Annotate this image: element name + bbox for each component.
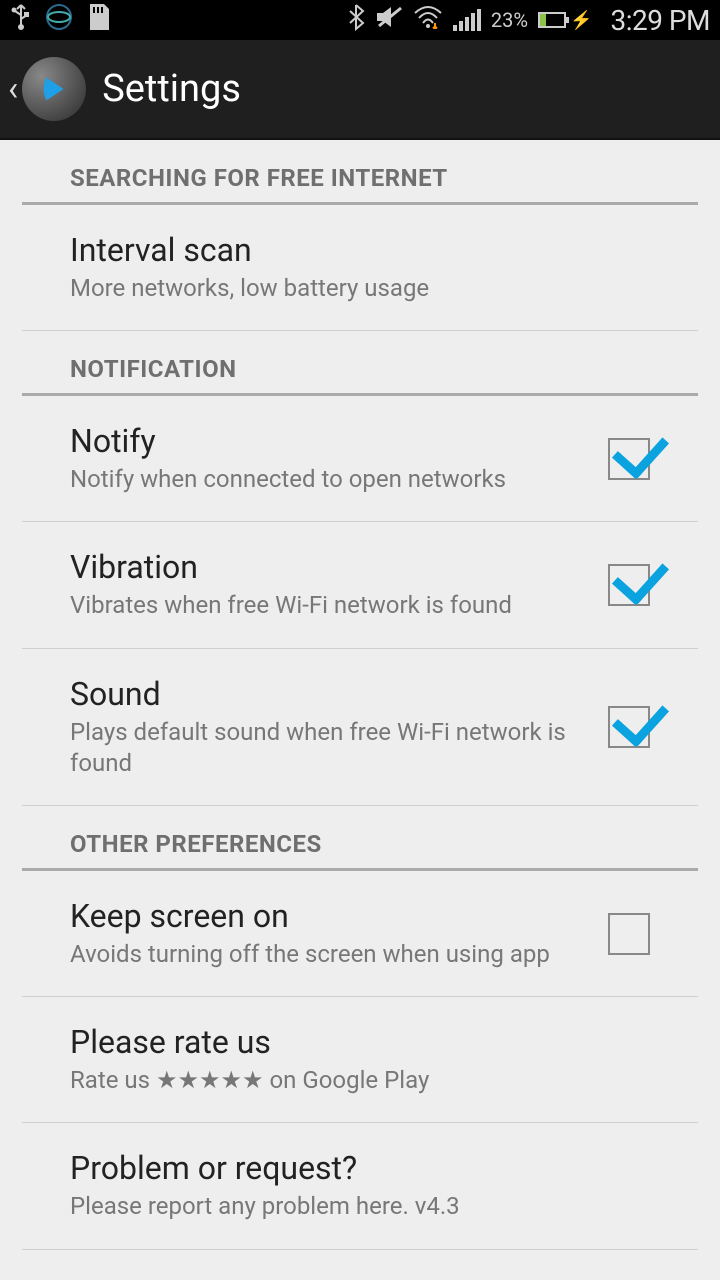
battery-icon	[538, 12, 566, 28]
section-header-search: SEARCHING FOR FREE INTERNET	[22, 140, 698, 205]
pref-sound[interactable]: Sound Plays default sound when free Wi-F…	[22, 649, 698, 806]
checkbox-keep-screen[interactable]	[608, 913, 650, 955]
wifi-icon	[413, 5, 443, 35]
section-header-notification: NOTIFICATION	[22, 331, 698, 396]
checkbox-notify[interactable]	[608, 438, 650, 480]
charging-icon: ⚡	[570, 10, 592, 31]
action-bar[interactable]: ‹ Settings	[0, 40, 720, 140]
back-icon[interactable]: ‹	[8, 69, 18, 109]
pref-summary: Please report any problem here. v4.3	[70, 1191, 630, 1222]
pref-title: Please rate us	[70, 1023, 630, 1061]
pref-summary: More networks, low battery usage	[70, 273, 630, 304]
checkbox-sound[interactable]	[608, 706, 650, 748]
usb-icon	[10, 3, 32, 37]
clock: 3:29 PM	[610, 4, 710, 37]
pref-rate-us[interactable]: Please rate us Rate us ★★★★★ on Google P…	[22, 997, 698, 1123]
pref-title: Keep screen on	[70, 897, 588, 935]
pref-problem-request[interactable]: Problem or request? Please report any pr…	[22, 1123, 698, 1249]
app-icon[interactable]	[22, 57, 86, 121]
pref-keep-screen-on[interactable]: Keep screen on Avoids turning off the sc…	[22, 871, 698, 997]
pref-summary: Plays default sound when free Wi-Fi netw…	[70, 717, 588, 779]
pref-vibration[interactable]: Vibration Vibrates when free Wi-Fi netwo…	[22, 522, 698, 648]
mute-icon	[375, 4, 403, 36]
section-header-other: OTHER PREFERENCES	[22, 806, 698, 871]
signal-icon	[453, 9, 481, 31]
pref-summary: Vibrates when free Wi-Fi network is foun…	[70, 590, 588, 621]
pref-title: Interval scan	[70, 231, 630, 269]
bluetooth-icon	[347, 3, 365, 37]
pref-summary: Avoids turning off the screen when using…	[70, 939, 588, 970]
pref-title: Notify	[70, 422, 588, 460]
sync-icon	[44, 2, 74, 38]
settings-list: SEARCHING FOR FREE INTERNET Interval sca…	[0, 140, 720, 1270]
pref-title: Problem or request?	[70, 1149, 630, 1187]
pref-title: Vibration	[70, 548, 588, 586]
battery-percent: 23%	[491, 8, 528, 32]
page-title: Settings	[102, 67, 241, 111]
pref-interval-scan[interactable]: Interval scan More networks, low battery…	[22, 205, 698, 331]
checkbox-vibration[interactable]	[608, 564, 650, 606]
pref-summary: Rate us ★★★★★ on Google Play	[70, 1065, 630, 1096]
pref-title: Sound	[70, 675, 588, 713]
status-bar: 23% ⚡ 3:29 PM	[0, 0, 720, 40]
pref-notify[interactable]: Notify Notify when connected to open net…	[22, 396, 698, 522]
pref-summary: Notify when connected to open networks	[70, 464, 588, 495]
sdcard-icon	[86, 2, 112, 38]
